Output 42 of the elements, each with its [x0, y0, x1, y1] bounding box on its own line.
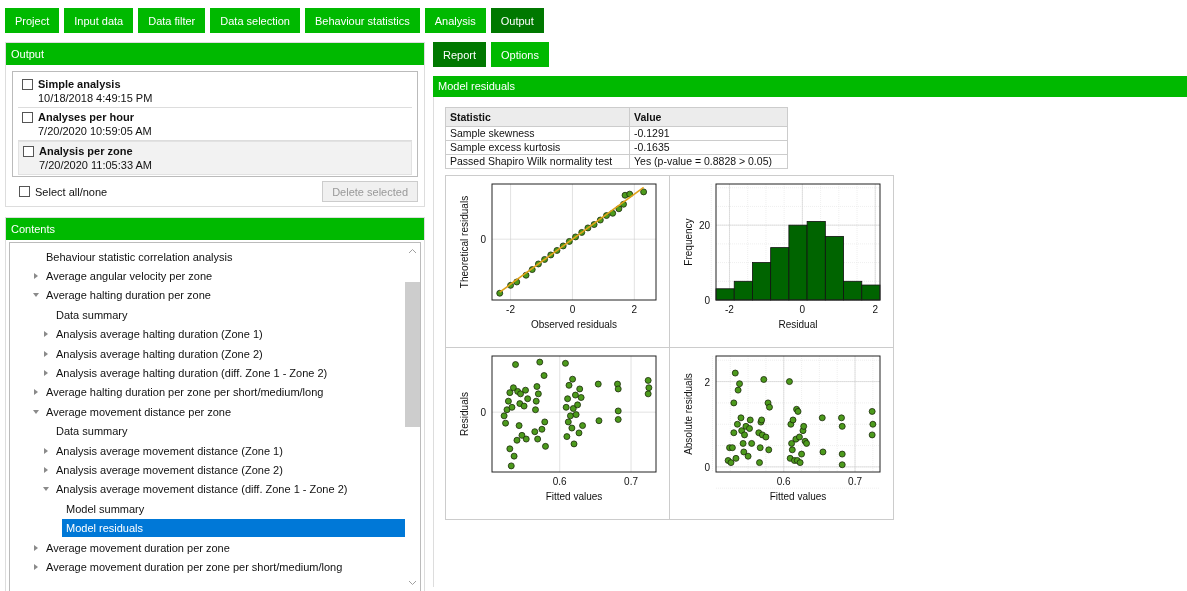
- output-date: 7/20/2020 10:59:05 AM: [37, 125, 153, 137]
- tick-label: 20: [698, 220, 710, 232]
- column-header: Value: [629, 107, 788, 127]
- tick-label: 0.7: [624, 476, 638, 487]
- output-title: Analyses per hour: [38, 111, 134, 123]
- tick-label: 0: [704, 295, 710, 306]
- tick-label: -2: [506, 304, 515, 315]
- axis-title: Fitted values: [545, 491, 603, 502]
- panel-header: Contents: [6, 218, 424, 240]
- axis-title: Absolute residuals: [683, 373, 694, 455]
- tick-label: 0: [799, 304, 806, 315]
- table-cell: Passed Shapiro Wilk normality test: [445, 154, 630, 169]
- tick-label: 0: [704, 461, 710, 473]
- output-title: Analysis per zone: [39, 145, 133, 157]
- tick-label: 2: [704, 376, 710, 388]
- tick-label: 0: [480, 234, 486, 246]
- axis-title: Frequency: [683, 218, 694, 266]
- output-date: 10/18/2018 4:49:15 PM: [37, 92, 154, 104]
- table-cell: -0.1635: [629, 140, 788, 155]
- table-cell: Yes (p-value = 0.8828 > 0.05): [629, 154, 788, 169]
- axis-title: Fitted values: [769, 491, 827, 502]
- table-cell: Sample excess kurtosis: [445, 140, 630, 155]
- axis-title: Residuals: [459, 392, 470, 436]
- tick-label: 0: [569, 304, 576, 315]
- table-cell: -0.1291: [629, 126, 788, 141]
- axis-title: Theoretical residuals: [459, 195, 470, 289]
- axis-title: Observed residuals: [530, 319, 618, 330]
- output-title: Simple analysis: [38, 78, 121, 90]
- tick-label: 2: [631, 304, 638, 315]
- tick-label: 0.6: [776, 476, 791, 487]
- checkbox-label: Select all/none: [35, 185, 108, 198]
- column-header: Statistic: [445, 107, 630, 127]
- tick-label: 0.6: [552, 476, 567, 487]
- tick-label: -2: [725, 304, 734, 315]
- tick-label: 0.7: [848, 476, 862, 487]
- tick-label: 0: [480, 407, 486, 419]
- panel-header: Output: [6, 43, 424, 65]
- section-header: Model residuals: [433, 76, 1187, 97]
- output-date: 7/20/2020 11:05:33 AM: [38, 159, 153, 171]
- table-cell: Sample skewness: [445, 126, 630, 141]
- axis-title: Residual: [778, 319, 818, 330]
- tick-label: 2: [872, 304, 879, 315]
